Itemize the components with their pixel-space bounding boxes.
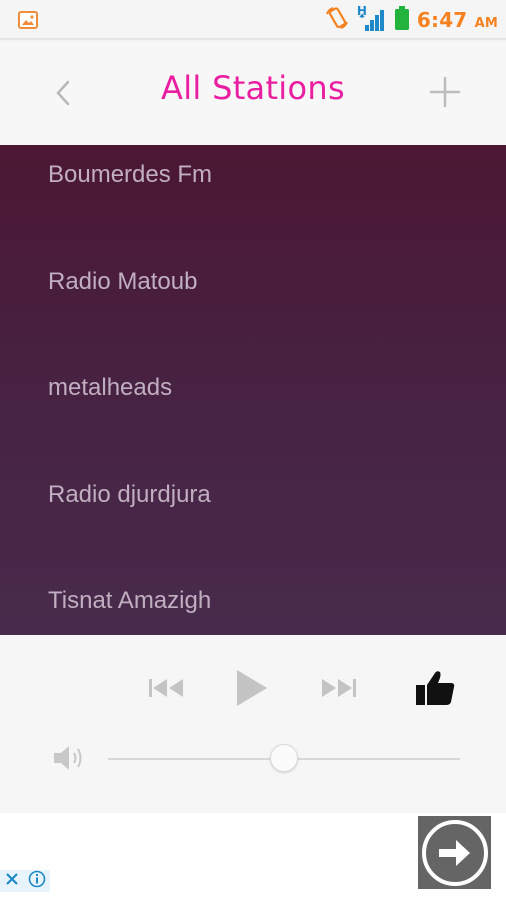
speaker-icon — [50, 743, 90, 777]
play-button[interactable] — [230, 663, 272, 713]
header: All Stations — [0, 42, 506, 145]
previous-icon — [149, 679, 183, 697]
ad-banner[interactable] — [0, 813, 506, 900]
station-item[interactable]: Radio Matoub — [48, 268, 197, 296]
clock-time: 6:47 — [416, 8, 468, 32]
station-item[interactable]: Radio djurdjura — [48, 481, 211, 509]
ad-open-button[interactable] — [418, 816, 491, 889]
plus-icon — [429, 76, 461, 108]
gallery-icon — [18, 11, 38, 33]
rotate-icon — [324, 5, 350, 35]
station-list[interactable]: Boumerdes Fm Radio Matoub metalheads Rad… — [0, 145, 506, 635]
player-panel — [0, 635, 506, 813]
next-button[interactable] — [319, 663, 359, 713]
station-item[interactable]: Boumerdes Fm — [48, 161, 212, 189]
clock: 6:47 AM — [417, 8, 498, 32]
like-button[interactable] — [412, 663, 458, 713]
play-icon — [237, 670, 267, 706]
thumbs-up-icon — [416, 671, 455, 705]
next-icon — [322, 679, 356, 697]
station-item[interactable]: Tisnat Amazigh — [48, 587, 211, 615]
close-icon[interactable] — [4, 871, 20, 891]
ad-badge — [0, 870, 50, 892]
previous-button[interactable] — [146, 663, 186, 713]
playback-controls — [0, 663, 506, 713]
add-station-button[interactable] — [428, 75, 462, 109]
status-bar: H 6:47 AM — [0, 0, 506, 40]
signal-icon: H — [357, 4, 387, 34]
volume-slider-knob[interactable] — [270, 744, 298, 772]
arrow-right-icon — [421, 819, 488, 886]
clock-ampm: AM — [474, 16, 498, 31]
info-icon[interactable] — [28, 870, 46, 892]
volume-control — [50, 743, 460, 773]
station-item[interactable]: metalheads — [48, 374, 172, 402]
app-screen: All Stations Boumerdes Fm Radio Matoub m… — [0, 42, 506, 813]
battery-icon — [394, 5, 410, 35]
